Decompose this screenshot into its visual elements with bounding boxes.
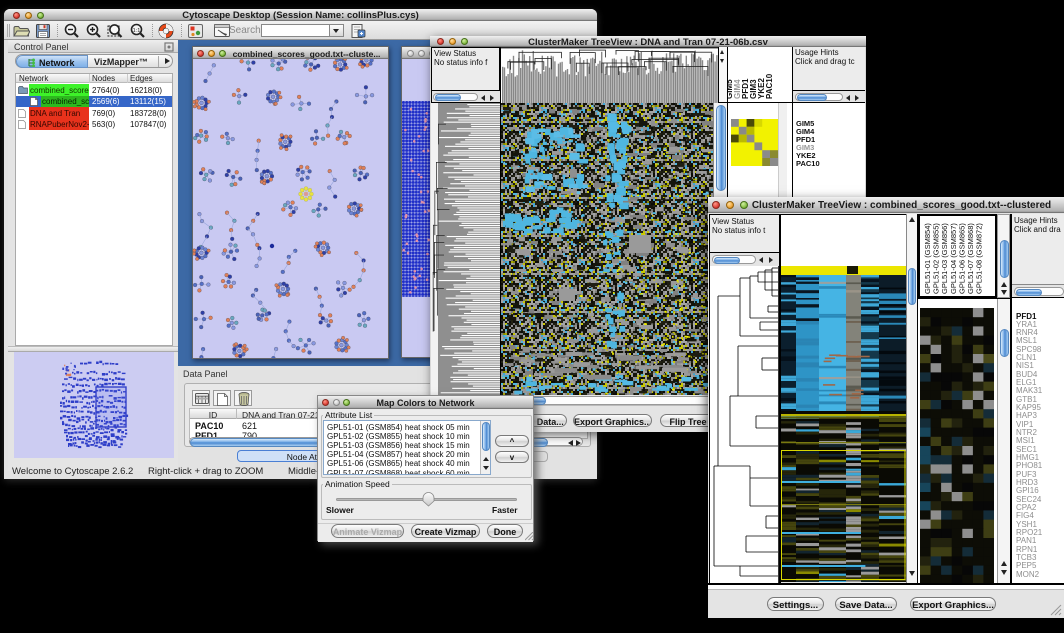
svg-text:1:1: 1:1: [133, 28, 141, 34]
svg-text:PAC10: PAC10: [765, 73, 774, 99]
svg-text:GPL51-08 (GSM872): GPL51-08 (GSM872): [975, 223, 984, 294]
